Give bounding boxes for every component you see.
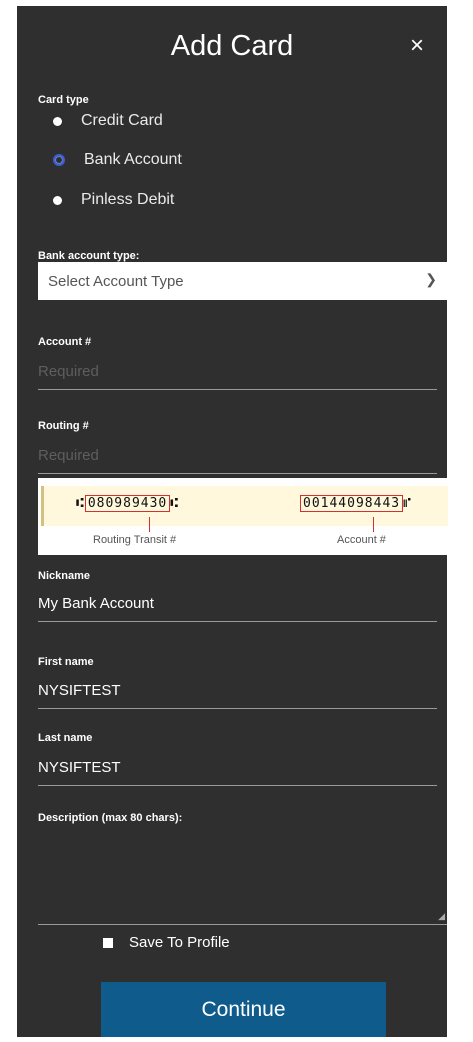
account-number-label: Account #	[38, 336, 92, 348]
routing-micr: ⑆ 080989430 ⑆	[76, 495, 180, 512]
routing-pointer-line	[149, 517, 150, 532]
bank-account-type-value: Select Account Type	[48, 272, 184, 290]
radio-bank-account-label: Bank Account	[84, 151, 182, 168]
check-diagram: ⑆ 080989430 ⑆ 00144098443 ⑈ Routing Transit…	[38, 478, 448, 555]
bank-account-type-select[interactable]: Select Account Type ❯	[38, 262, 447, 300]
radio-credit-card[interactable]: Credit Card	[53, 112, 163, 130]
routing-number-label: Routing #	[38, 420, 89, 432]
save-to-profile-option[interactable]: Save To Profile	[103, 934, 230, 951]
routing-caption: Routing Transit #	[93, 534, 177, 546]
dialog-title: Add Card	[170, 30, 294, 62]
account-number-input[interactable]: Required	[38, 363, 437, 390]
save-to-profile-checkbox[interactable]	[103, 937, 113, 948]
nickname-label: Nickname	[38, 570, 90, 582]
nickname-input[interactable]: My Bank Account	[38, 595, 437, 622]
chevron-down-icon: ❯	[425, 271, 437, 287]
radio-pinless-debit-label: Pinless Debit	[81, 191, 175, 208]
radio-bank-account-indicator[interactable]	[53, 154, 65, 166]
radio-pinless-debit-indicator[interactable]	[53, 195, 62, 205]
routing-number-input[interactable]: Required	[38, 447, 437, 474]
first-name-input[interactable]: NYSIFTEST	[38, 682, 437, 709]
resize-handle-icon[interactable]: ◢	[438, 911, 445, 922]
continue-button[interactable]: Continue	[101, 982, 386, 1037]
description-label: Description (max 80 chars):	[38, 812, 183, 824]
last-name-label: Last name	[38, 732, 93, 744]
radio-credit-card-indicator[interactable]	[53, 116, 62, 126]
account-micr-number: 00144098443	[300, 495, 404, 512]
add-card-dialog: Add Card × Card type Credit Card Bank Ac…	[17, 6, 448, 1037]
card-type-label: Card type	[38, 94, 89, 106]
radio-credit-card-label: Credit Card	[81, 112, 163, 129]
last-name-input[interactable]: NYSIFTEST	[38, 759, 437, 786]
close-icon[interactable]: ×	[410, 32, 424, 60]
save-to-profile-label: Save To Profile	[129, 934, 230, 951]
routing-micr-number: 080989430	[84, 495, 171, 512]
check-image: ⑆ 080989430 ⑆ 00144098443 ⑈	[41, 486, 448, 526]
bank-account-type-label: Bank account type:	[38, 250, 140, 262]
account-micr: 00144098443 ⑈	[300, 495, 412, 512]
radio-bank-account[interactable]: Bank Account	[53, 151, 182, 169]
radio-pinless-debit[interactable]: Pinless Debit	[53, 191, 174, 209]
first-name-label: First name	[38, 656, 94, 668]
account-caption: Account #	[337, 534, 386, 546]
account-pointer-line	[373, 517, 374, 532]
description-textarea[interactable]: ◢	[38, 836, 447, 925]
